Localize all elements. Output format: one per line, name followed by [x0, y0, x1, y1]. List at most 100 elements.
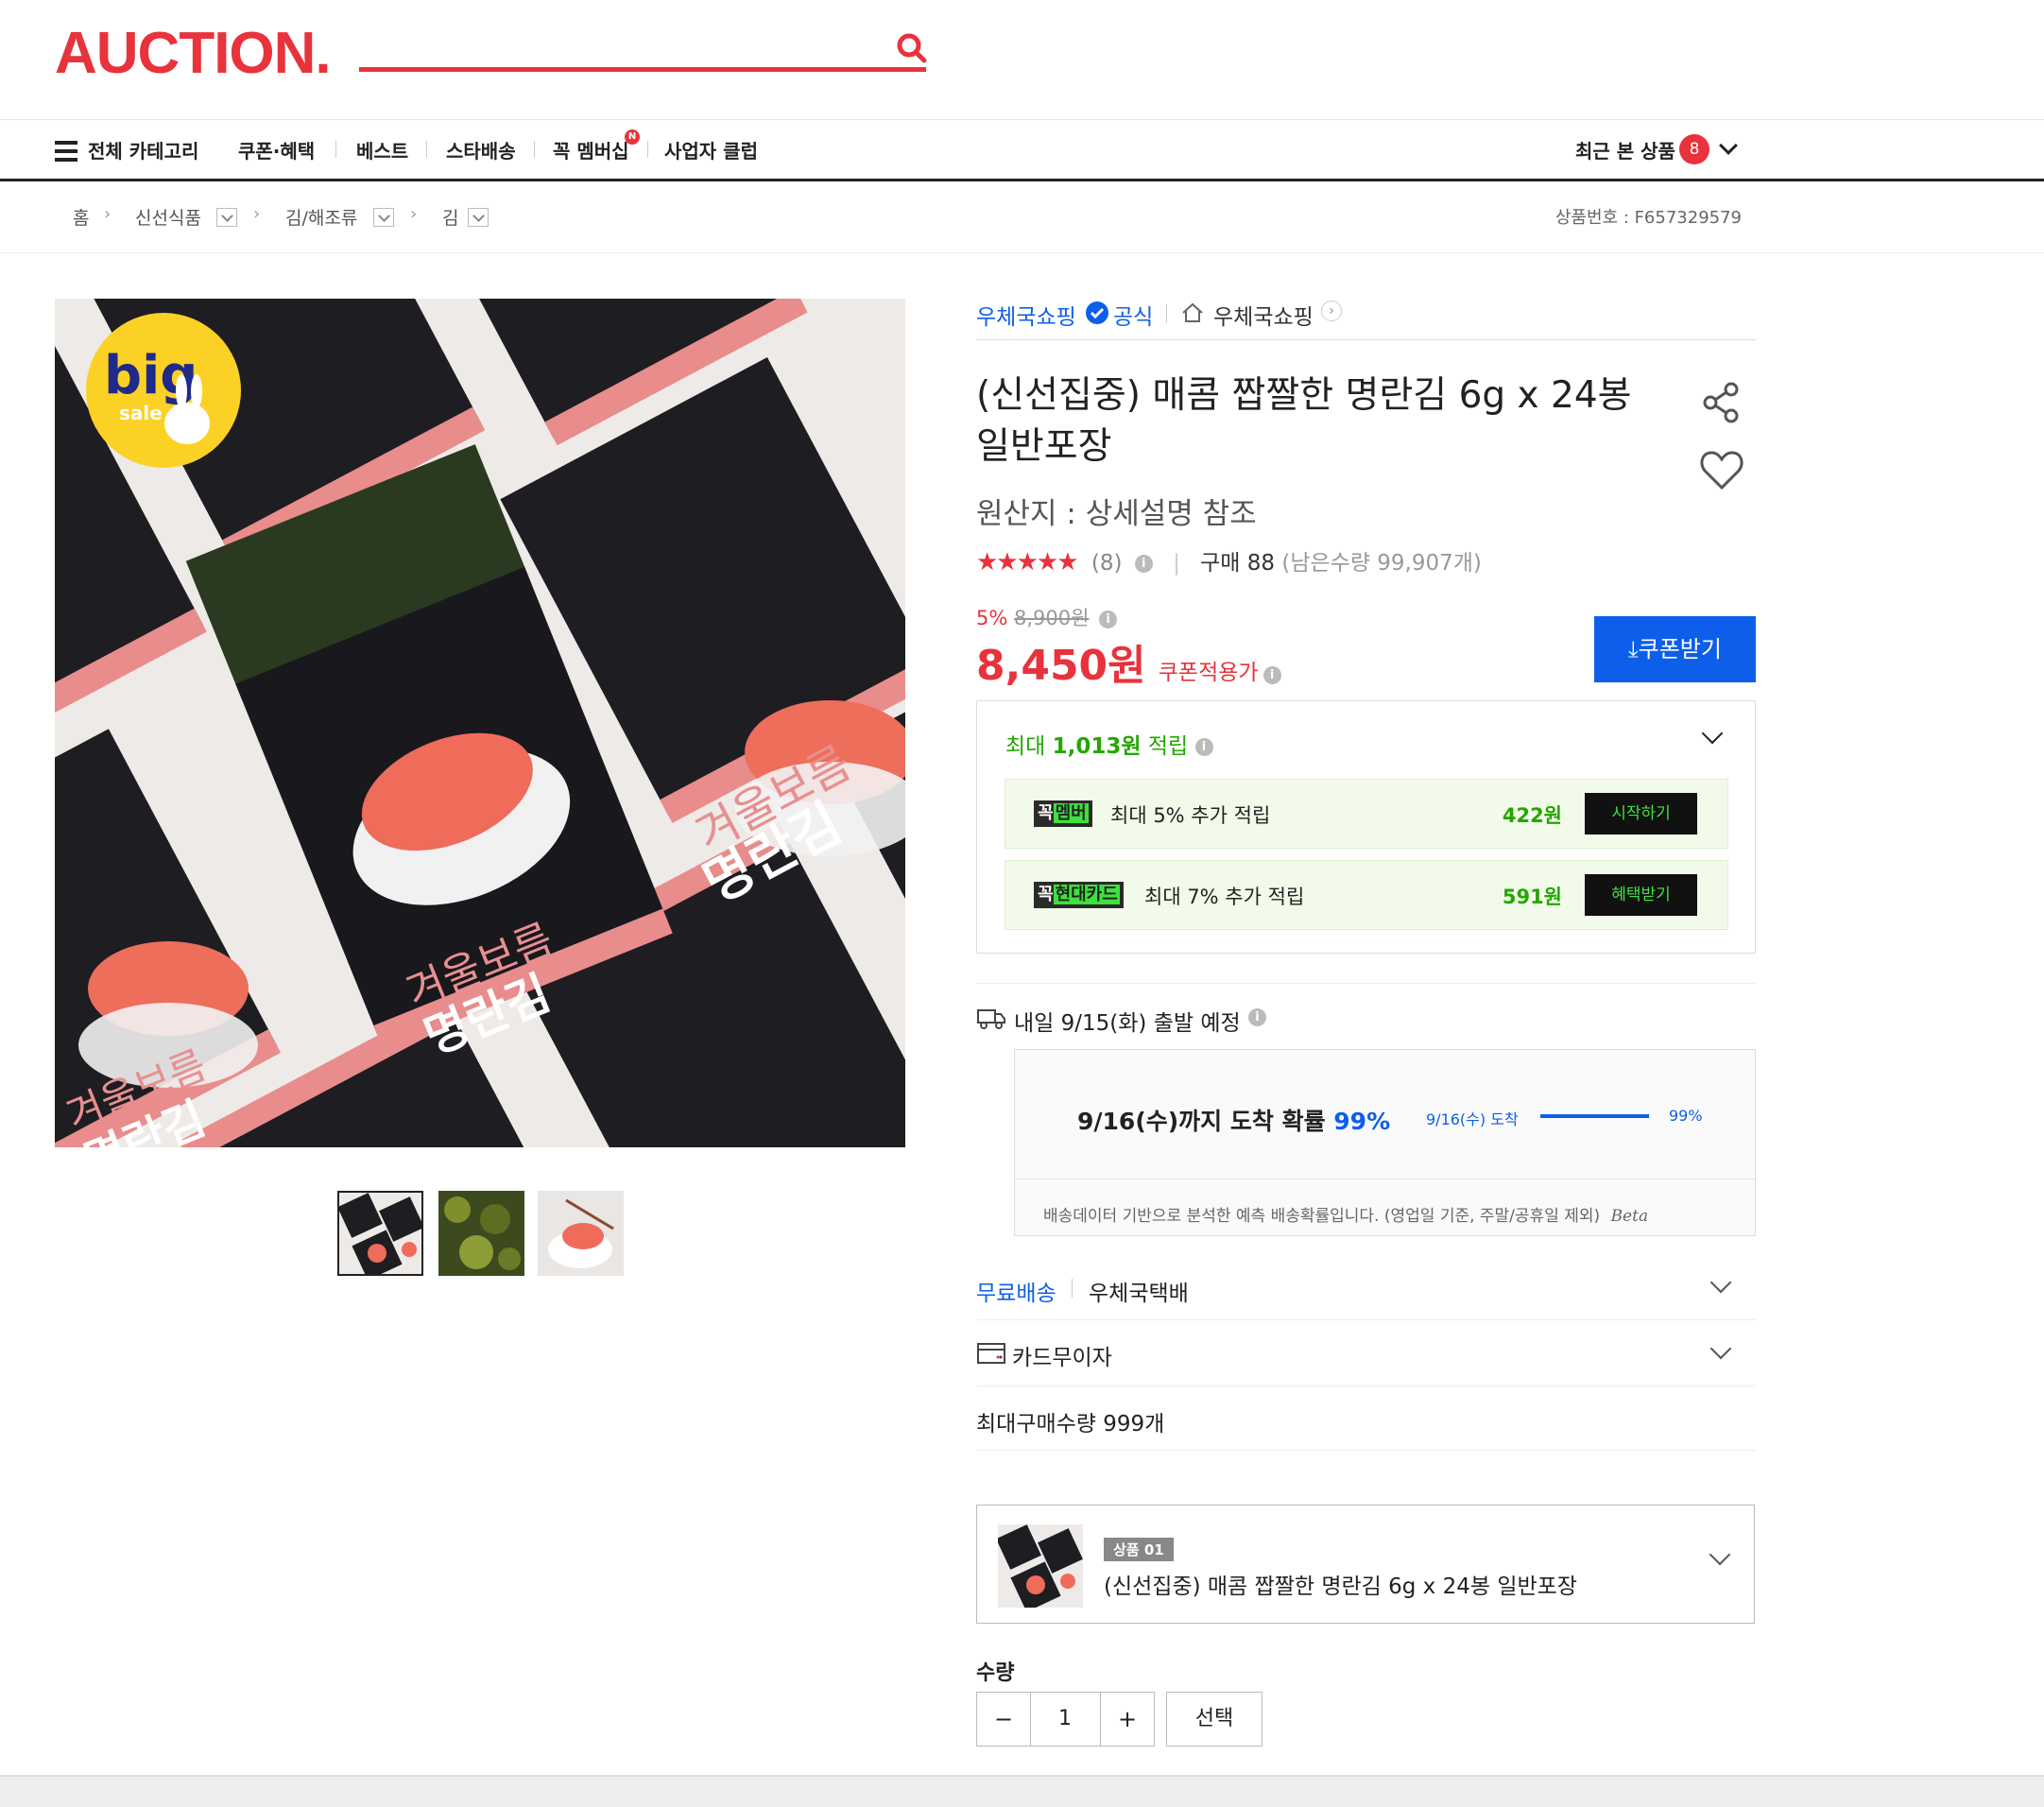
recent-count-badge: 8	[1679, 134, 1709, 164]
free-shipping-row[interactable]: 무료배송 우체국택배	[976, 1258, 1756, 1320]
reward-row-member: 꼭 멤버 최대 5% 추가 적립 422원 시작하기	[1005, 779, 1728, 849]
option-select-box[interactable]: 상품 01 (신선집중) 매콤 짭짤한 명란김 6g x 24봉 일반포장	[976, 1505, 1755, 1624]
info-icon[interactable]: i	[1194, 738, 1213, 756]
review-count[interactable]: (8)	[1091, 551, 1123, 576]
final-price: 8,450원	[976, 642, 1146, 690]
verified-icon	[1086, 301, 1108, 324]
arrival-percent: 99%	[1333, 1108, 1391, 1135]
coupon-download-button[interactable]: ⤓쿠폰받기	[1594, 616, 1756, 682]
nav-all-categories[interactable]: 전체 카테고리	[88, 136, 198, 163]
nav-business-club[interactable]: 사업자 클럽	[664, 136, 758, 163]
chevron-right-icon: ›	[410, 204, 418, 224]
discount-row: 5% 8,900원 i	[976, 603, 1118, 631]
nav-best[interactable]: 베스트	[356, 136, 408, 163]
card-icon	[977, 1343, 1005, 1364]
official-label: 공식	[1113, 305, 1154, 330]
star-rating: ★★★★★	[976, 548, 1079, 577]
carrier-label: 우체국택배	[1089, 1282, 1189, 1306]
seller-name[interactable]: 우체국쇼핑	[976, 299, 1076, 331]
nav-membership[interactable]: 꼭 멤버십	[553, 136, 629, 163]
store-name[interactable]: 우체국쇼핑	[1213, 299, 1314, 331]
quantity-decrease-button[interactable]: −	[976, 1692, 1031, 1747]
member-badge: 꼭 멤버	[1034, 800, 1092, 827]
get-benefit-button[interactable]: 혜택받기	[1585, 874, 1697, 916]
selected-item-name: (신선집중) 매콤 짭짤한 명란김 6g x 24봉 일반포장	[1104, 1575, 1577, 1599]
chevron-down-icon[interactable]	[1701, 722, 1724, 745]
share-icon[interactable]	[1699, 380, 1744, 425]
coupon-button-label: 쿠폰받기	[1638, 636, 1722, 663]
auction-logo[interactable]: AUCTION.	[55, 21, 332, 87]
thumbnail-3[interactable]	[538, 1191, 624, 1276]
info-icon[interactable]: i	[1099, 610, 1118, 628]
truck-icon	[977, 1009, 1005, 1029]
thumbnail-1[interactable]	[337, 1191, 423, 1276]
max-reward[interactable]: 최대 1,013원 적립 i	[1005, 728, 1213, 760]
price-row: 8,450원 쿠폰적용가 i	[976, 631, 1281, 692]
free-shipping-label: 무료배송	[976, 1282, 1056, 1306]
nav-divider	[647, 141, 648, 158]
coupon-applied-label: 쿠폰적용가	[1158, 661, 1259, 685]
reward-box: 최대 1,013원 적립 i 꼭 멤버 최대 5% 추가 적립 422원 시작하기…	[976, 700, 1756, 954]
breadcrumb-seaweed[interactable]: 김/해조류	[285, 204, 357, 230]
arrival-probability-box: 9/16(수)까지 도착 확률 99% 9/16(수) 도착 99% 배송데이터…	[1014, 1049, 1756, 1236]
breadcrumb-gim[interactable]: 김	[442, 204, 458, 230]
chevron-right-icon: ›	[253, 204, 261, 224]
remaining-quantity: (남은수량 99,907개)	[1281, 551, 1482, 576]
reward-text: 최대 5% 추가 적립	[1110, 804, 1271, 827]
thumbnail-2[interactable]	[438, 1191, 524, 1276]
search-input[interactable]	[359, 67, 926, 72]
product-number: 상품번호 : F657329579	[1554, 208, 1742, 228]
product-title: (신선집중) 매콤 짭짤한 명란김 6g x 24봉 일반포장	[976, 374, 1632, 468]
card-installment-row[interactable]: 카드무이자	[976, 1320, 1756, 1386]
chevron-right-icon: ›	[104, 204, 112, 224]
reward-amount: 591원	[1502, 886, 1562, 908]
select-button[interactable]: 선택	[1166, 1692, 1262, 1747]
dropdown-icon[interactable]	[216, 208, 237, 227]
bar-value: 99%	[1669, 1107, 1703, 1125]
download-icon: ⤓	[1628, 636, 1639, 663]
menu-icon[interactable]	[55, 141, 77, 162]
info-icon[interactable]: i	[1262, 666, 1281, 684]
chevron-down-icon[interactable]	[1709, 1543, 1731, 1566]
hyundai-card-badge: 꼭 현대카드	[1034, 882, 1124, 908]
quantity-input[interactable]: 1	[1030, 1692, 1100, 1747]
breadcrumb: 홈 › 신선식품 › 김/해조류 › 김 상품번호 : F657329579	[0, 183, 2044, 253]
beta-label: Beta	[1610, 1207, 1649, 1226]
max-purchase-row: 최대구매수량 999개	[976, 1386, 1756, 1451]
dropdown-icon[interactable]	[373, 208, 394, 227]
shipping-row: 내일 9/15(화) 출발 예정 i	[976, 983, 1756, 1036]
origin-info: 원산지 : 상세설명 참조	[976, 497, 1257, 531]
nav-divider	[426, 141, 427, 158]
discount-rate: 5%	[976, 607, 1008, 629]
heart-icon[interactable]	[1699, 448, 1744, 491]
chevron-down-icon[interactable]	[1709, 1337, 1732, 1360]
bottom-bar	[0, 1775, 2044, 1807]
reward-text: 최대 7% 추가 적립	[1144, 886, 1305, 908]
reward-amount: 422원	[1502, 804, 1562, 827]
seller-row: 우체국쇼핑 공식 우체국쇼핑 ›	[976, 295, 1756, 340]
reward-row-card: 꼭 현대카드 최대 7% 추가 적립 591원 혜택받기	[1005, 860, 1728, 930]
breadcrumb-home[interactable]: 홈	[73, 204, 89, 230]
purchase-count: 구매 88	[1200, 551, 1276, 576]
quantity-increase-button[interactable]: +	[1100, 1692, 1155, 1747]
chevron-down-icon[interactable]	[1709, 1271, 1732, 1294]
chevron-right-icon[interactable]: ›	[1321, 301, 1342, 321]
info-icon[interactable]: i	[1134, 555, 1153, 573]
rating-row: ★★★★★ (8) i | 구매 88 (남은수량 99,907개)	[976, 544, 1482, 577]
probability-bar-fill	[1540, 1114, 1649, 1118]
search-icon[interactable]	[896, 32, 928, 64]
dropdown-icon[interactable]	[468, 208, 489, 227]
nav-star-delivery[interactable]: 스타배송	[446, 136, 516, 163]
product-main-image[interactable]: 겨울보름 명란김 겨울보름 명란김 겨울보름 명란김 big sale	[55, 299, 905, 1147]
info-icon[interactable]: i	[1248, 1008, 1266, 1026]
nav-coupon-benefits[interactable]: 쿠폰·혜택	[238, 136, 315, 163]
recent-products-label[interactable]: 최근 본 상품	[1575, 136, 1675, 163]
max-purchase-label: 최대구매수량 999개	[976, 1412, 1165, 1437]
departure-text: 내일 9/15(화) 출발 예정	[1014, 1011, 1241, 1036]
item-tag: 상품 01	[1104, 1538, 1174, 1561]
chevron-down-icon[interactable]	[1719, 136, 1738, 155]
start-button[interactable]: 시작하기	[1585, 793, 1697, 835]
nav-divider	[534, 141, 535, 158]
arrival-headline: 9/16(수)까지 도착 확률 99%	[1077, 1108, 1391, 1135]
breadcrumb-fresh-food[interactable]: 신선식품	[135, 204, 201, 230]
